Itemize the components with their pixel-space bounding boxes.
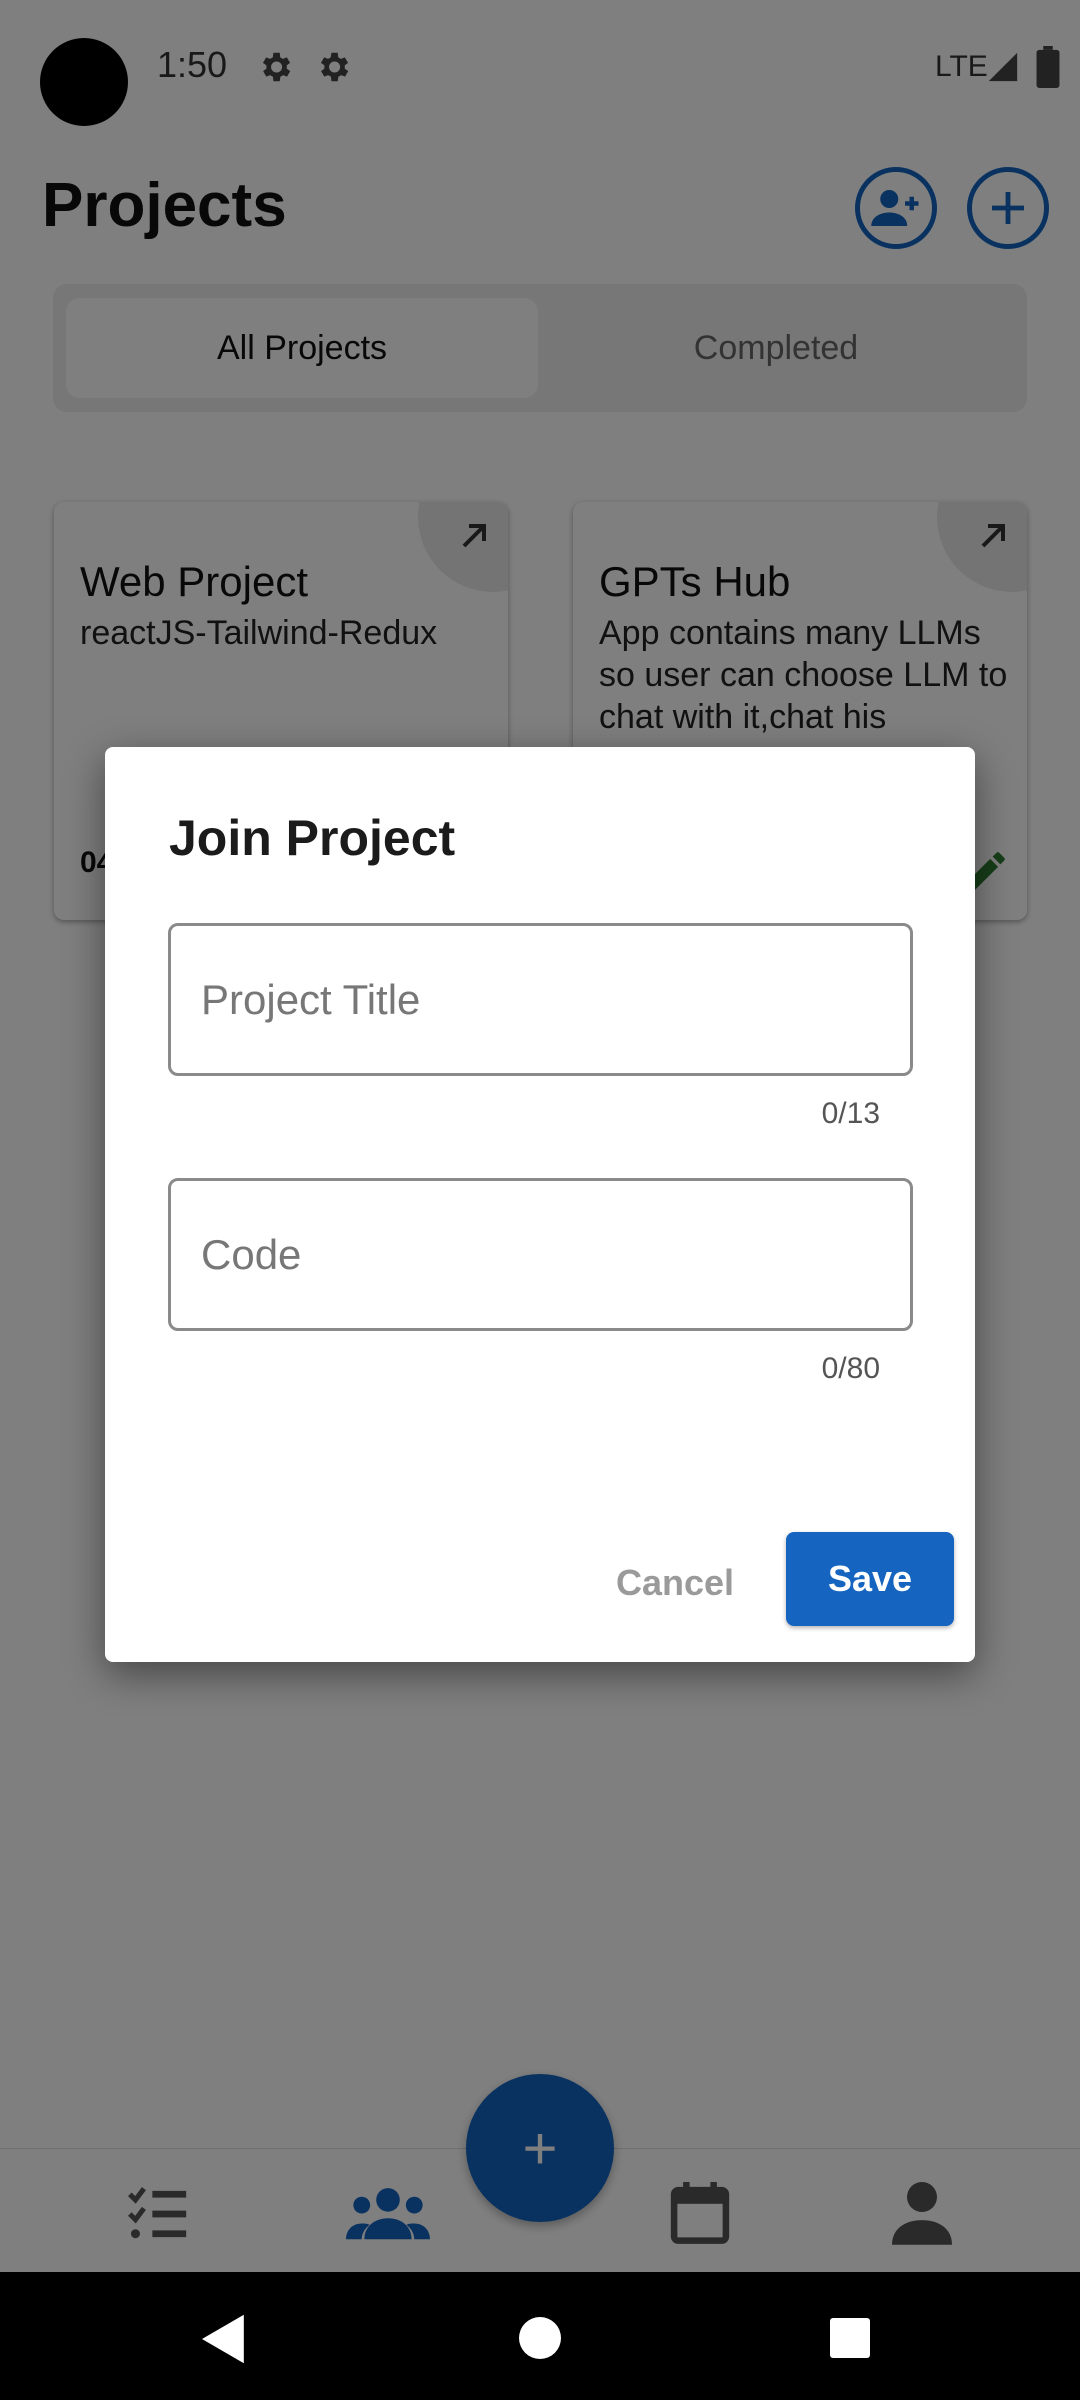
code-counter: 0/80 [821, 1352, 880, 1385]
save-button[interactable]: Save [786, 1532, 954, 1626]
cancel-button[interactable]: Cancel [605, 1536, 745, 1630]
join-project-dialog: Join Project 0/13 0/80 Cancel Save [105, 747, 975, 1662]
code-field[interactable] [168, 1178, 913, 1331]
back-icon[interactable] [202, 2314, 246, 2364]
code-input[interactable] [171, 1181, 910, 1328]
project-title-counter: 0/13 [821, 1097, 880, 1130]
home-icon[interactable] [519, 2317, 561, 2359]
dialog-title: Join Project [169, 810, 456, 866]
system-navigation-bar [0, 2272, 1080, 2400]
recents-icon[interactable] [830, 2318, 870, 2358]
project-title-input[interactable] [171, 926, 910, 1073]
project-title-field[interactable] [168, 923, 913, 1076]
